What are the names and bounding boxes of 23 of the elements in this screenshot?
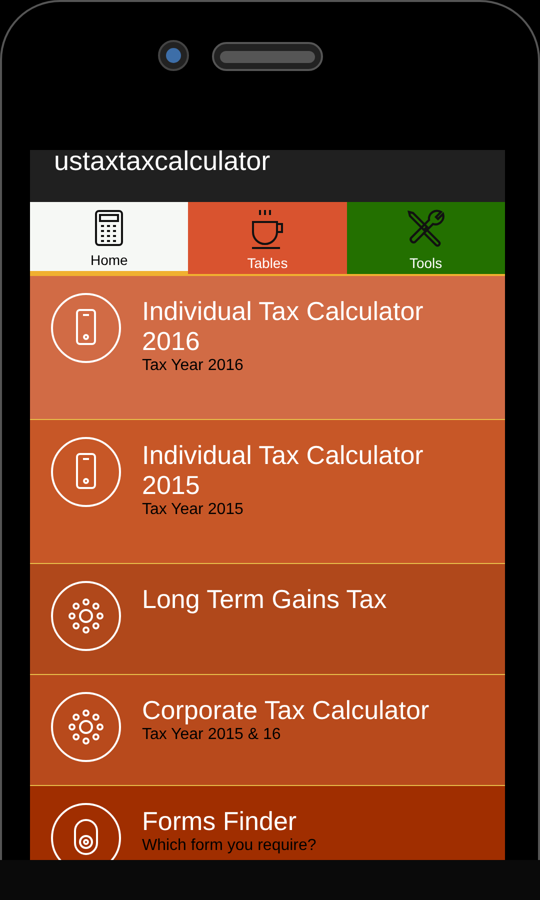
phone-icon — [50, 292, 122, 364]
phone-icon — [50, 436, 122, 508]
tab[interactable]: Tables — [188, 202, 347, 274]
item-subtitle: Which form you require? — [142, 836, 318, 856]
list-item[interactable]: Long Term Gains Tax — [30, 564, 505, 675]
item-title: Individual Tax Calculator 2016 — [142, 296, 424, 356]
tab[interactable]: Tools — [346, 202, 505, 274]
app-title: ustaxtaxcalculator — [54, 150, 272, 174]
item-subtitle: Tax Year 2015 — [142, 500, 244, 520]
item-subtitle: Tax Year 2016 — [142, 356, 244, 376]
calculator-icon — [94, 209, 124, 247]
item-title: Forms Finder — [142, 806, 298, 836]
list-item[interactable]: Individual Tax Calculator 2015 Tax Year 2015 — [30, 420, 505, 564]
tab[interactable]: Home — [30, 202, 188, 274]
lock-icon — [50, 802, 122, 860]
item-subtitle: Tax Year 2015 & 16 — [142, 725, 282, 745]
dot-ring-icon — [50, 580, 122, 652]
list-item[interactable]: Corporate Tax Calculator Tax Year 2015 & 16 — [30, 675, 505, 786]
list-item[interactable]: Individual Tax Calculator 2016 Tax Year 2016 — [30, 276, 505, 420]
item-title: Long Term Gains Tax — [142, 584, 388, 614]
item-title: Individual Tax Calculator 2015 — [142, 440, 424, 500]
item-title: Corporate Tax Calculator — [142, 695, 430, 725]
dot-ring-icon — [50, 691, 122, 763]
